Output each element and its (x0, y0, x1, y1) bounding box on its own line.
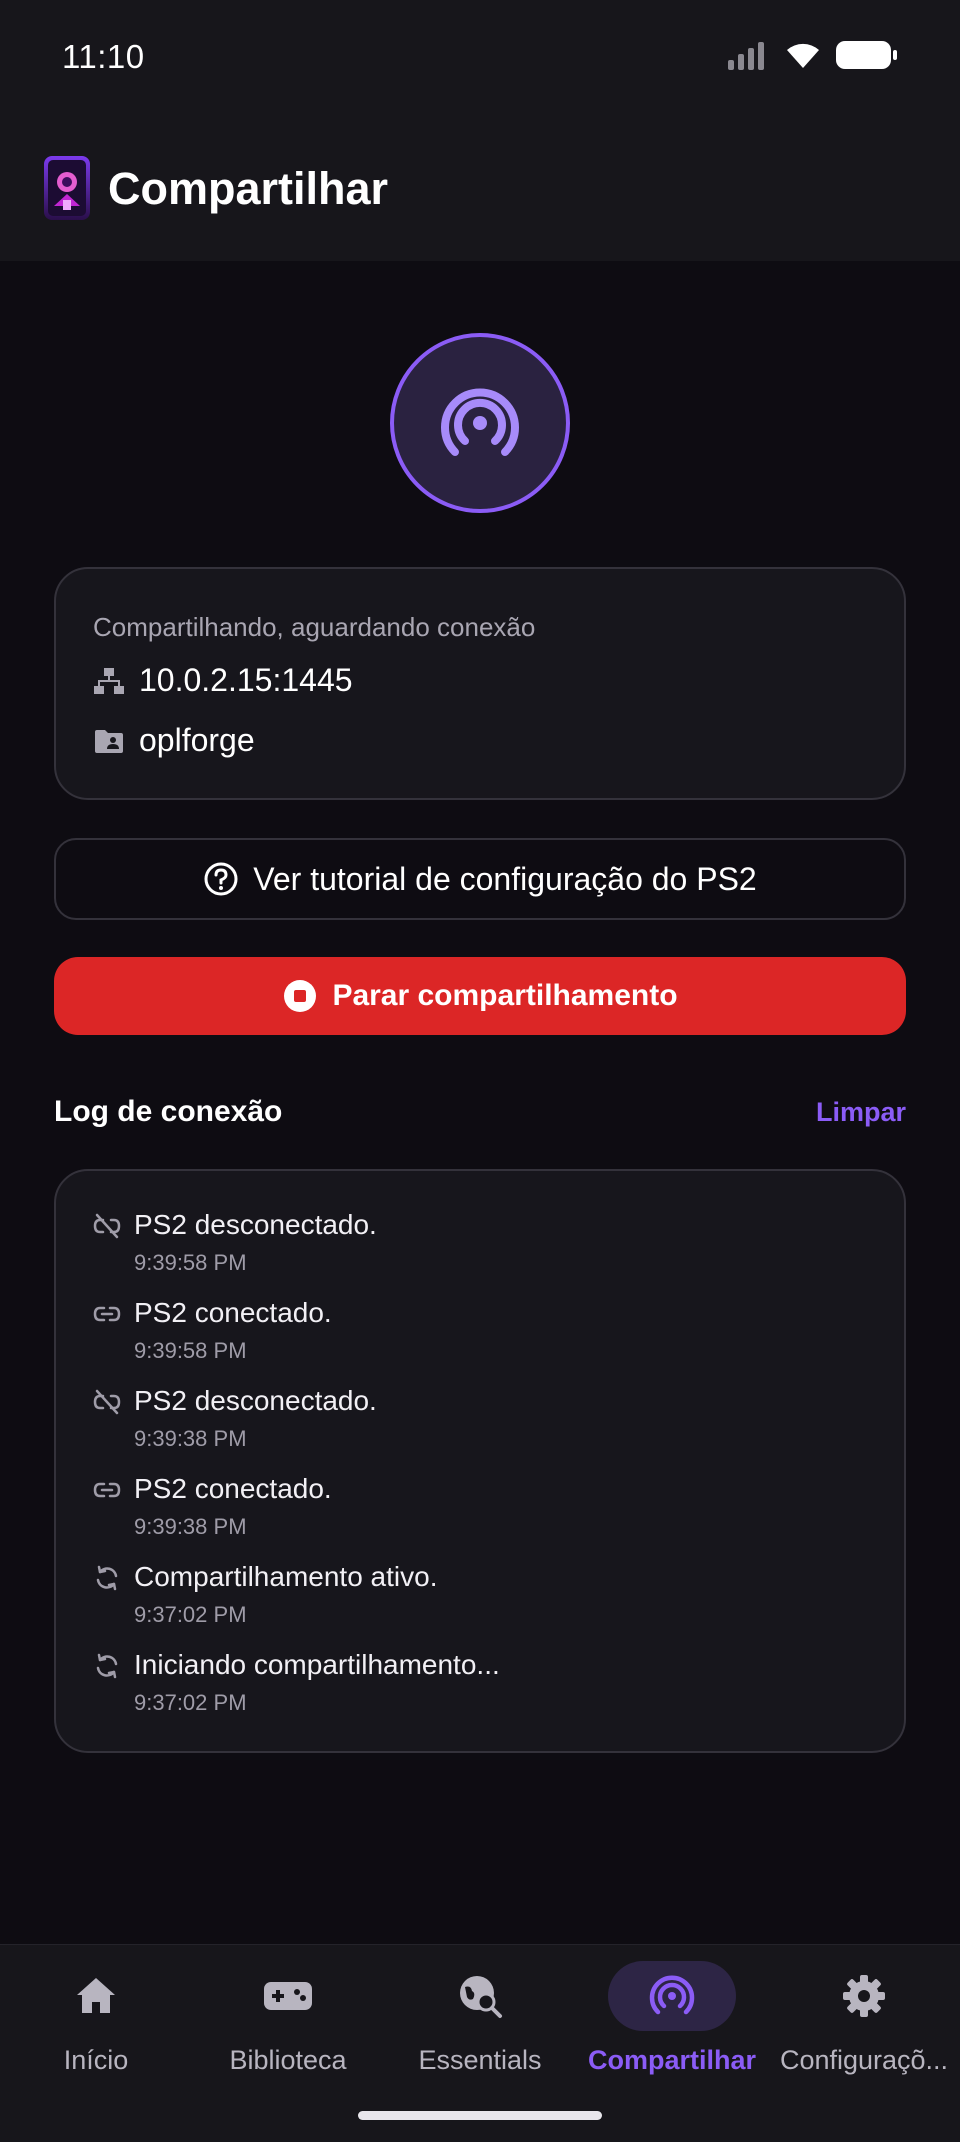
sync-icon (96, 1653, 118, 1679)
nav-label: Início (63, 2045, 129, 2075)
folder-row: oplforge (93, 722, 255, 759)
battery-icon (836, 41, 897, 69)
signal-icon (728, 42, 764, 70)
status-time: 11:10 (62, 38, 145, 75)
share-info-card: Compartilhando, aguardando conexão 10.0.… (54, 567, 906, 800)
globe-search-icon (460, 1976, 502, 2018)
gear-icon (843, 1975, 885, 2017)
tutorial-button-label: Ver tutorial de configuração do PS2 (253, 860, 757, 897)
status-bar: 11:10 (0, 0, 960, 115)
nav-label: Configuraçõ... (779, 2045, 949, 2075)
log-message: Iniciando compartilhamento... (134, 1649, 500, 1680)
nav-item-inicio[interactable]: Início (0, 1945, 192, 2095)
page-title: Compartilhar (108, 163, 389, 214)
log-time: 9:39:38 PM (134, 1514, 247, 1539)
log-message: PS2 desconectado. (134, 1385, 377, 1416)
log-message: PS2 desconectado. (134, 1209, 377, 1240)
log-message: Compartilhamento ativo. (134, 1561, 438, 1592)
nav-item-biblioteca[interactable]: Biblioteca (192, 1945, 384, 2095)
nav-item-configuracoes[interactable]: Configuraçõ... (768, 1945, 960, 2095)
stop-sharing-button[interactable]: Parar compartilhamento (54, 957, 906, 1035)
share-screen: 11:10 Compartilhar Compartilhando, aguar… (0, 0, 960, 2142)
app-bar: Compartilhar (0, 115, 960, 261)
tutorial-button[interactable]: Ver tutorial de configuração do PS2 (54, 838, 906, 920)
nav-label: Compartilhar (587, 2045, 757, 2075)
nav-item-compartilhar[interactable]: Compartilhar (576, 1945, 768, 2095)
nav-item-essentials[interactable]: Essentials (384, 1945, 576, 2095)
link-icon (93, 1306, 121, 1322)
clear-log-button[interactable]: Limpar (816, 1097, 906, 1128)
network-icon (94, 667, 124, 694)
share-address: 10.0.2.15:1445 (139, 662, 353, 698)
folder-shared-icon (95, 729, 123, 753)
log-time: 9:37:02 PM (134, 1602, 247, 1627)
stop-circle-icon (284, 980, 317, 1012)
connection-log-card: PS2 desconectado. 9:39:58 PM PS2 conecta… (54, 1169, 906, 1753)
log-time: 9:37:02 PM (134, 1690, 247, 1715)
wifi-icon (787, 43, 819, 68)
help-circle-icon (204, 862, 238, 896)
nav-label: Essentials (418, 2045, 542, 2075)
link-off-icon (93, 1389, 121, 1415)
log-time: 9:39:58 PM (134, 1250, 247, 1275)
stop-sharing-label: Parar compartilhamento (332, 979, 678, 1012)
log-title: Log de conexão (54, 1095, 283, 1128)
broadcast-icon (441, 388, 519, 456)
link-icon (93, 1482, 121, 1498)
share-status-text: Compartilhando, aguardando conexão (93, 612, 536, 642)
link-off-icon (93, 1213, 121, 1239)
home-icon (77, 1978, 115, 2013)
sync-icon (96, 1565, 118, 1591)
nav-label: Biblioteca (229, 2045, 347, 2075)
status-icons (728, 40, 898, 70)
log-time: 9:39:58 PM (134, 1338, 247, 1363)
share-folder: oplforge (139, 722, 255, 758)
log-time: 9:39:38 PM (134, 1426, 247, 1451)
home-indicator[interactable] (358, 2111, 602, 2120)
address-row: 10.0.2.15:1445 (93, 662, 353, 699)
broadcast-icon (649, 1975, 695, 2015)
log-message: PS2 conectado. (134, 1473, 332, 1504)
share-status-indicator (390, 333, 570, 513)
gamepad-icon (264, 1982, 312, 2010)
app-logo (44, 156, 90, 220)
log-message: PS2 conectado. (134, 1297, 332, 1328)
